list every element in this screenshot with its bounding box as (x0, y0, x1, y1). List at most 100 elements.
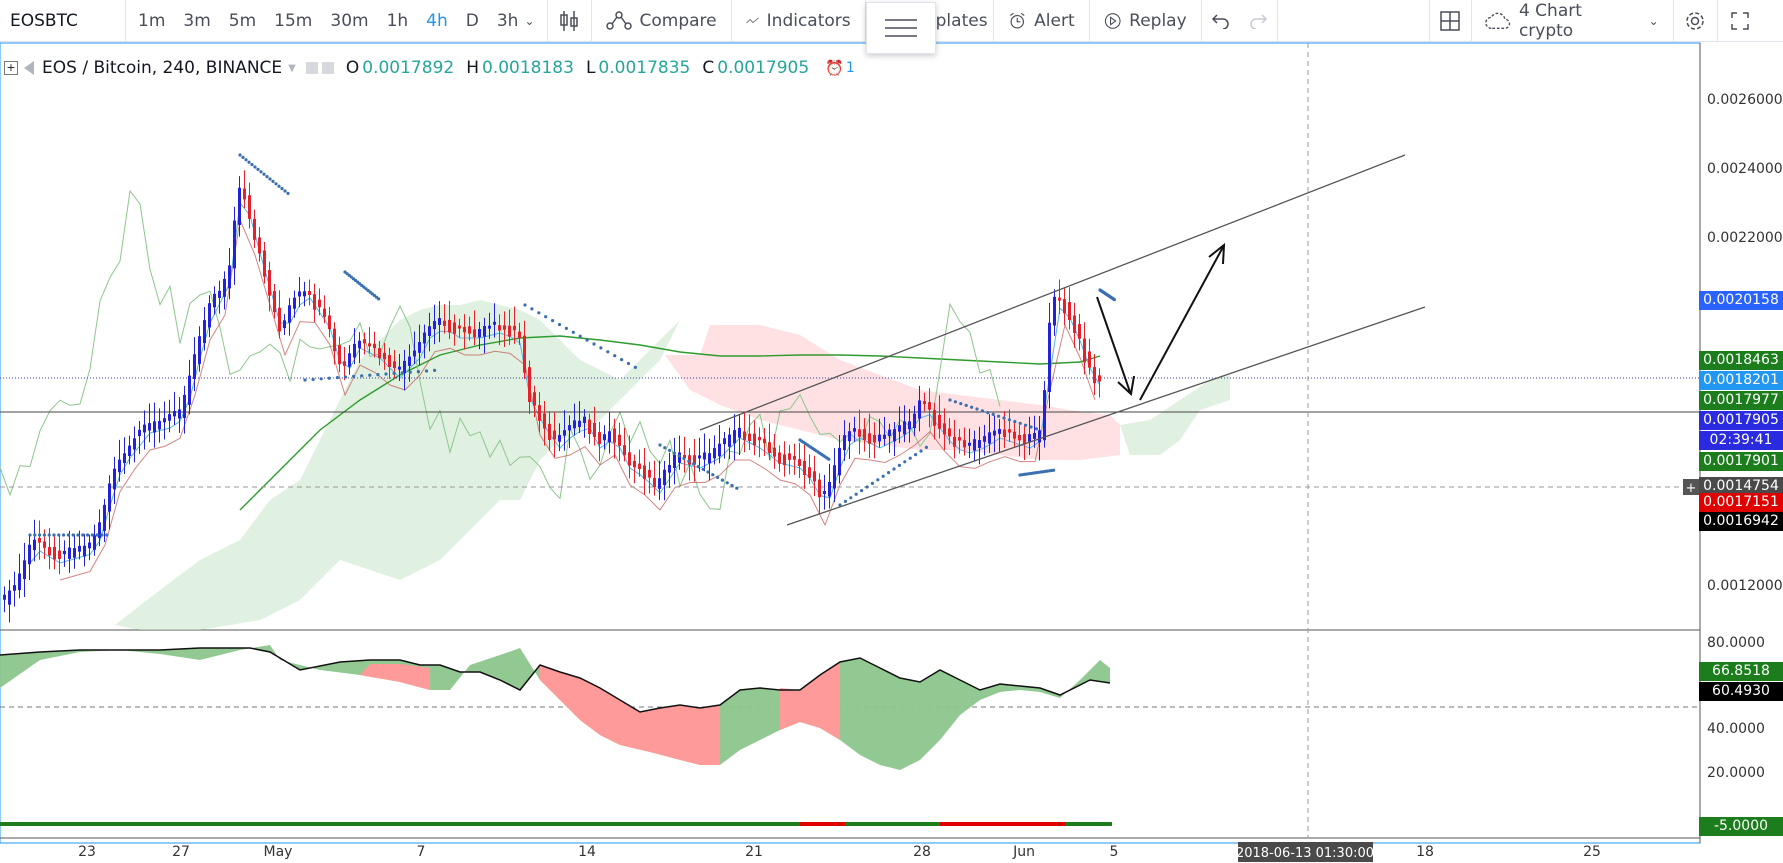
low-value: 0.0017835 (598, 58, 691, 78)
candle-body (248, 195, 251, 219)
sar-dot (585, 338, 589, 342)
sar-dot (319, 377, 323, 381)
candle-body (568, 425, 571, 431)
candle-body (123, 453, 126, 464)
candle-body (1083, 338, 1086, 363)
candle-body (518, 331, 521, 339)
candle-body (643, 465, 646, 480)
candle-body (393, 361, 396, 369)
candle-body (203, 320, 206, 344)
candle-body (353, 343, 356, 358)
candle-body (1018, 434, 1021, 441)
candle-body (953, 436, 956, 447)
candle-body (883, 434, 886, 439)
high-value: 0.0018183 (482, 58, 574, 78)
candle-body (388, 355, 391, 367)
alarm-icon[interactable]: ⏰ (825, 59, 844, 77)
candle-body (18, 573, 21, 591)
sar-dot (262, 172, 266, 176)
sar-dot (66, 533, 70, 537)
channel-upper-line (699, 154, 1406, 431)
sar-dot (903, 460, 907, 464)
candle-body (1098, 375, 1101, 382)
price-badge: 0.0020158 (1699, 291, 1783, 310)
candle-body (888, 429, 891, 436)
candle-body (183, 394, 186, 419)
sar-dot (256, 167, 260, 171)
osc-red-fill-1 (540, 665, 720, 765)
candle-body (988, 432, 991, 444)
candle-body (43, 541, 46, 548)
candle-body (488, 325, 491, 329)
sar-dot (38, 533, 42, 537)
sar-dot (47, 533, 51, 537)
gear-small-icon[interactable] (321, 62, 334, 74)
candle-body (978, 440, 981, 448)
sar-dot (706, 470, 710, 474)
sar-dot (633, 365, 638, 369)
candle-body (143, 424, 146, 433)
caret-down-icon[interactable]: ▼ (288, 63, 296, 74)
sar-dot (368, 373, 372, 377)
candle-body (83, 545, 86, 557)
candle-body (633, 460, 636, 468)
candle-body (663, 469, 666, 485)
candle-body (308, 290, 311, 295)
sar-dot (677, 454, 681, 458)
open-value: 0.0017892 (362, 58, 455, 78)
sar-dot (908, 456, 912, 460)
sar-dot (1018, 421, 1022, 425)
sar-dot (283, 189, 287, 193)
candle-body (288, 305, 291, 323)
sar-dot (682, 456, 686, 461)
sar-dot (238, 153, 242, 157)
sar-dot (613, 354, 617, 358)
candle-body (553, 430, 556, 440)
candle-body (368, 343, 371, 347)
candle-body (223, 278, 226, 297)
sar-dot (392, 371, 396, 375)
sar-dot (280, 187, 284, 191)
candle-body (1088, 351, 1091, 368)
collapse-icon[interactable]: + (4, 61, 18, 75)
sar-dot (42, 533, 47, 537)
sar-dot (335, 376, 339, 380)
sar-dot (914, 453, 918, 457)
candle-body (448, 319, 451, 333)
candle-body (583, 416, 586, 424)
sar-dot (71, 533, 75, 537)
time-tick-label: 23 (78, 844, 96, 860)
open-label: O (345, 58, 360, 78)
time-tick-label: 25 (1583, 844, 1601, 860)
candle-body (458, 325, 461, 329)
candle-body (948, 428, 951, 437)
candle-body (198, 336, 201, 364)
candle-body (443, 320, 446, 326)
time-tick-label: Jun (1012, 844, 1035, 860)
sar-dot (1029, 425, 1033, 429)
candle-body (318, 299, 321, 308)
candle-body (1078, 324, 1081, 339)
chart-canvas[interactable]: 0.0026000 0.0024000 0.0022000 0.0012000 80.0… (0, 0, 1783, 863)
sar-dot (959, 402, 963, 406)
sar-dot (90, 533, 94, 537)
series-title[interactable]: EOS / Bitcoin, 240, BINANCE (42, 58, 282, 78)
sar-dot (892, 467, 896, 471)
candle-body (373, 343, 376, 349)
eye-icon[interactable] (305, 62, 318, 74)
templates-popup[interactable] (866, 2, 936, 54)
sar-dot (530, 307, 534, 311)
candle-body (828, 481, 831, 497)
candle-body (513, 325, 516, 331)
candle-body (703, 452, 706, 460)
sar-dot (62, 533, 66, 537)
candle-body (333, 328, 336, 352)
candle-body (713, 448, 716, 459)
sar-dot (620, 358, 624, 362)
candle-body (533, 392, 536, 406)
sar-dot (523, 303, 527, 307)
candle-body (1008, 429, 1011, 433)
sar-dot (711, 473, 715, 477)
candle-body (578, 420, 581, 427)
candle-body (1043, 390, 1046, 441)
